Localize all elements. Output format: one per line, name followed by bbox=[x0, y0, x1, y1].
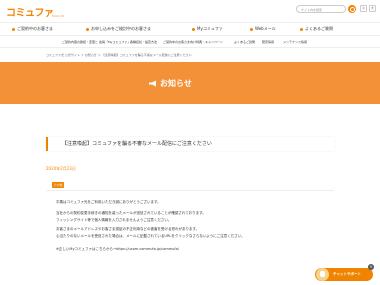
font-size-small-button[interactable]: 小 bbox=[360, 5, 367, 12]
mail-icon bbox=[250, 27, 253, 31]
subnav-maintenance[interactable]: メンテナンス情報 bbox=[283, 40, 307, 44]
nav-new-customers[interactable]: お申し込みをご検討中のお客さま bbox=[86, 26, 151, 32]
page-title: お知らせ bbox=[160, 79, 192, 88]
cart-icon bbox=[86, 27, 89, 31]
article-paragraph: 平素はコミュファ光をご利用いただき誠にありがとうございます。 bbox=[56, 200, 161, 204]
site-logo[interactable]: コミュファ bbox=[6, 4, 54, 19]
article-title: 【注意喚起】コミュファを騙る不審なメール配信にご注意ください bbox=[46, 137, 334, 151]
breadcrumb[interactable]: コミュファ光 公式サイト ＞ お知らせ ＞ 【注意喚起】コミュファを騙る不審なメ… bbox=[46, 53, 192, 57]
subnav-contract-info[interactable]: ご契約内容の確認・変更と 会員「Myコミュファ」 bbox=[62, 40, 130, 44]
site-header: コミュファ from ctc サイト内を検索 小 大 bbox=[0, 0, 380, 22]
divider bbox=[46, 190, 334, 191]
chat-avatar-icon bbox=[316, 268, 329, 281]
close-icon[interactable]: × bbox=[368, 264, 374, 270]
category-badge: その他 bbox=[52, 182, 64, 188]
subnav-outage[interactable]: 障害情報 bbox=[262, 40, 274, 44]
article-paragraph: フィッシングサイト等で個人情報を入力されませんようご注意ください。 bbox=[56, 218, 172, 222]
search-input[interactable]: サイト内を検索 bbox=[296, 5, 346, 13]
person-icon bbox=[192, 27, 195, 31]
subnav-faq[interactable]: よくあるご質問 bbox=[234, 40, 255, 44]
article-date: 2020年2月23日 bbox=[46, 166, 76, 171]
nav-my-commufa[interactable]: Myコミュファ bbox=[192, 26, 223, 32]
font-size-large-button[interactable]: 大 bbox=[369, 5, 376, 12]
megaphone-icon bbox=[149, 80, 156, 87]
sub-nav: ご契約内容の確認・変更と 会員「Myコミュファ」 各種接続・設定方法 ご契約中の… bbox=[0, 36, 380, 48]
user-icon bbox=[12, 27, 15, 31]
main-nav: ご契約中のお客さま お申し込みをご検討中のお客さま Myコミュファ Webメール… bbox=[0, 22, 380, 36]
logo-subtext: from ctc bbox=[52, 14, 65, 18]
nav-webmail[interactable]: Webメール bbox=[250, 26, 276, 32]
nav-contract-customers[interactable]: ご契約中のお客さま bbox=[12, 26, 53, 32]
question-icon bbox=[300, 27, 303, 31]
article-paragraph: お客さまのメールアドレスやお客さま認証の不正利用などの被害を受ける恐れがあります… bbox=[56, 227, 200, 231]
my-commufa-link[interactable]: ※正しいMyコミュファはこちらから→https://ucom.commufa.j… bbox=[56, 247, 179, 252]
article-paragraph: 当社からの契約変更手続きの通知を装ったメールが送信されていることが確認されており… bbox=[56, 211, 206, 215]
subnav-campaigns[interactable]: ご契約中のお客さま向け特典・キャンペーン bbox=[163, 40, 223, 44]
subnav-settings[interactable]: 各種接続・設定方法 bbox=[130, 40, 157, 44]
article-paragraph: 心当たりのないメールを受信された場合は、メールに記載されているURLをクリックな… bbox=[56, 234, 245, 238]
chat-support-label: チャットサポート bbox=[333, 272, 361, 276]
nav-faq[interactable]: よくあるご質問 bbox=[300, 26, 333, 32]
search-icon[interactable] bbox=[348, 5, 356, 13]
